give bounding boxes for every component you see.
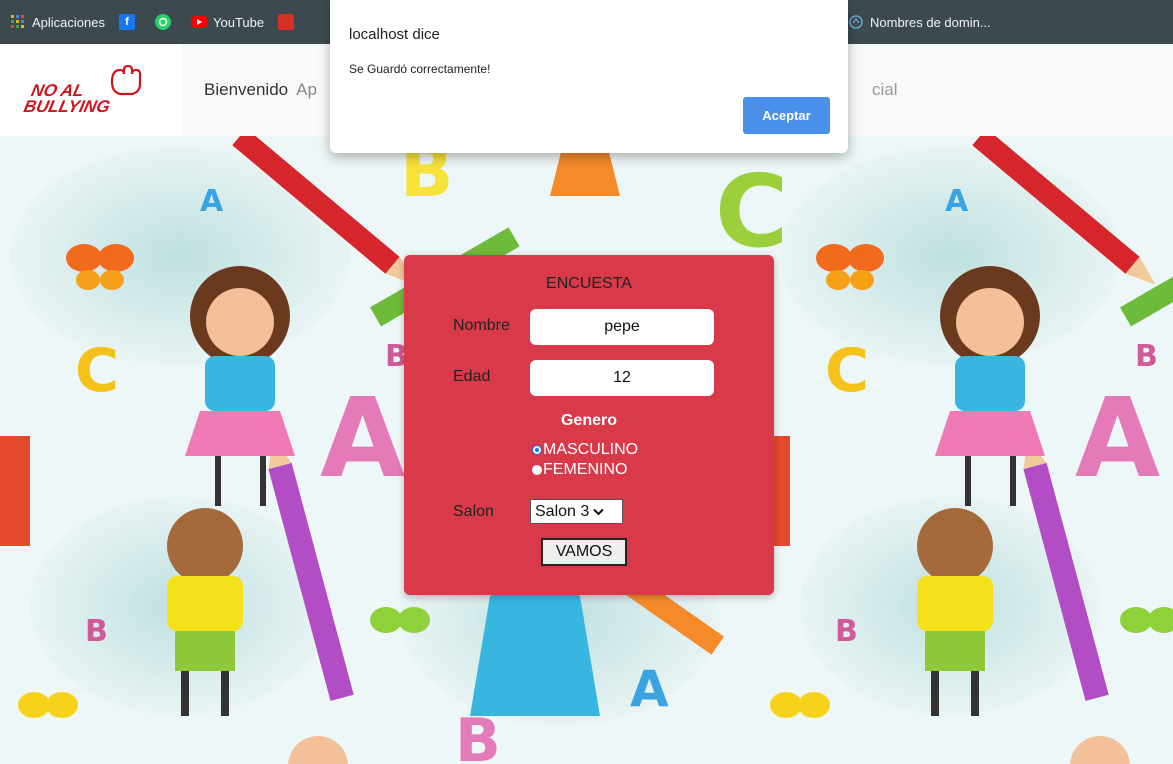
svg-text:A: A — [1075, 374, 1160, 502]
svg-text:C: C — [715, 153, 788, 270]
svg-text:B: B — [85, 614, 108, 649]
svg-text:C: C — [75, 336, 119, 406]
shield-icon — [278, 14, 295, 30]
edad-label: Edad — [453, 368, 491, 385]
dialog-message: Se Guardó correctamente! — [349, 62, 491, 76]
bookmark-domain-names[interactable]: Nombres de domin... — [848, 0, 991, 44]
bookmark-generic[interactable] — [278, 14, 300, 30]
salon-select[interactable]: Salon 3 — [530, 499, 623, 524]
svg-text:C: C — [825, 336, 869, 406]
svg-text:BULLYING: BULLYING — [22, 96, 112, 116]
bookmark-label: Nombres de domin... — [870, 14, 991, 30]
facebook-icon: f — [119, 14, 135, 30]
survey-title: ENCUESTA — [546, 275, 632, 292]
radio-masculino-label: MASCULINO — [543, 441, 639, 458]
survey-card: ENCUESTA Nombre Edad Genero MASCULINO FE… — [404, 255, 774, 595]
radio-femenino-label: FEMENINO — [543, 461, 628, 478]
aceptar-button[interactable]: Aceptar — [743, 97, 830, 134]
alert-dialog: localhost dice Se Guardó correctamente! … — [330, 0, 848, 153]
nav-link-right-partial[interactable]: cial — [872, 80, 898, 100]
nombre-label: Nombre — [453, 317, 510, 334]
radio-checked-icon[interactable] — [532, 445, 542, 455]
svg-text:A: A — [945, 184, 969, 219]
bookmark-apps[interactable]: Aplicaciones — [10, 14, 105, 30]
bookmark-label: Aplicaciones — [32, 14, 105, 30]
radio-masculino[interactable]: MASCULINO — [532, 441, 638, 459]
radio-femenino[interactable]: FEMENINO — [532, 461, 627, 479]
vamos-submit-button[interactable]: VAMOS — [541, 538, 627, 566]
bookmark-facebook[interactable]: f — [119, 14, 141, 30]
apps-grid-icon — [10, 14, 26, 30]
whatsapp-icon — [155, 14, 171, 30]
radio-unchecked-icon[interactable] — [532, 465, 542, 475]
svg-text:A: A — [320, 374, 405, 502]
chevron-down-icon — [593, 508, 604, 516]
salon-label: Salon — [453, 503, 494, 520]
svg-text:A: A — [630, 660, 669, 718]
edad-input[interactable] — [530, 360, 714, 396]
dialog-title: localhost dice — [349, 26, 440, 43]
no-al-bullying-logo-icon: NO AL BULLYING — [22, 64, 142, 116]
bookmark-whatsapp[interactable] — [155, 14, 177, 30]
bookmark-label: YouTube — [213, 14, 265, 30]
svg-text:B: B — [835, 614, 858, 649]
svg-text:A: A — [200, 184, 224, 219]
svg-text:B: B — [1135, 339, 1158, 374]
nombre-input[interactable] — [530, 309, 714, 345]
genero-label: Genero — [560, 412, 617, 429]
salon-select-value: Salon 3 — [535, 502, 590, 520]
nav-link-partial[interactable]: Ap — [296, 80, 317, 100]
site-logo[interactable]: NO AL BULLYING — [0, 44, 182, 136]
nav-link-bienvenido[interactable]: Bienvenido — [204, 80, 288, 100]
bookmark-youtube[interactable]: YouTube — [191, 15, 264, 30]
globe-icon — [848, 14, 864, 30]
youtube-icon — [191, 16, 207, 28]
